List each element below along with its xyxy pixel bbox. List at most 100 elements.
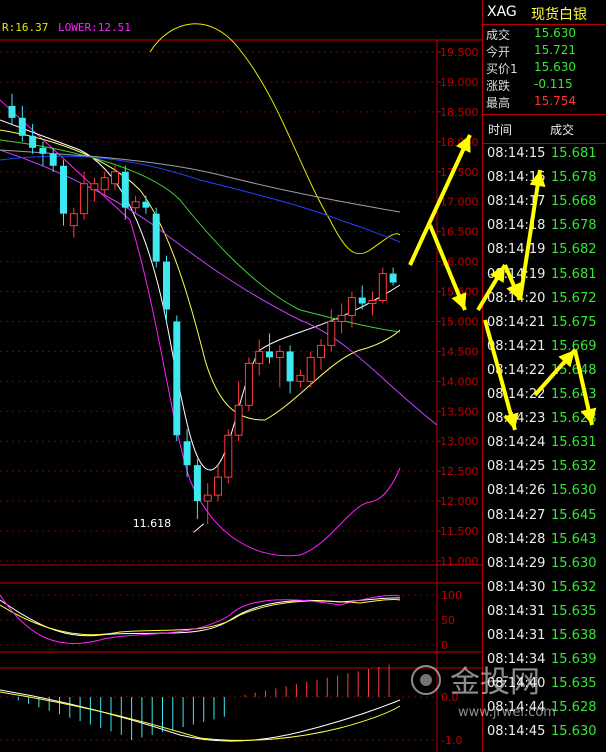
candle-body-down <box>60 165 67 214</box>
quote-row-value: 15.630 <box>534 60 576 74</box>
trade-price: 15.672 <box>551 290 597 306</box>
trade-time: 08:14:31 <box>487 603 546 619</box>
bollinger-upper-legend: R:16.37 <box>2 21 49 34</box>
trade-row[interactable]: 08:14:28 15.643 <box>483 532 606 556</box>
trade-list-header: 时间 成交 <box>483 114 606 144</box>
chart-canvas[interactable]: 19.500 19.000 18.500 18.000 17.500 17.000 16.5… <box>0 0 482 752</box>
trade-row[interactable]: 08:14:17 15.668 <box>483 194 606 218</box>
candle-body-down <box>49 153 57 166</box>
trade-row[interactable]: 08:14:23 15.628 <box>483 411 606 435</box>
candle-body-up <box>111 171 119 185</box>
trade-price: 15.678 <box>551 170 597 186</box>
trade-time: 08:14:21 <box>487 338 546 354</box>
candle-body-up <box>203 494 212 502</box>
candle-body-up <box>90 183 99 191</box>
price-tick-label: 15.000 <box>440 315 479 328</box>
symbol-name: 现货白银 <box>531 7 587 23</box>
trade-row[interactable]: 08:14:20 15.672 <box>483 291 606 315</box>
trade-time: 08:14:18 <box>487 218 546 234</box>
candle-body-down <box>183 441 191 466</box>
watermark-logo-dot <box>420 674 432 686</box>
trade-row[interactable]: 08:14:22 15.648 <box>483 363 606 387</box>
trade-row[interactable]: 08:14:26 15.630 <box>483 483 606 507</box>
bollinger-upper-line <box>149 23 401 255</box>
watermark-logo-text: 金投网 <box>450 665 540 700</box>
trade-time: 08:14:29 <box>487 555 546 571</box>
trade-row[interactable]: 08:14:21 15.669 <box>483 339 606 363</box>
trade-row[interactable]: 08:14:16 15.678 <box>483 170 606 194</box>
price-tick-label: 14.500 <box>440 345 479 358</box>
quote-row-label: 今开 <box>486 45 511 59</box>
quote-row-label: 最高 <box>486 96 511 110</box>
candle-body-up <box>275 350 284 358</box>
trade-row[interactable]: 08:14:29 15.630 <box>483 556 606 580</box>
watermark-url: www.jrwei.com <box>458 705 556 720</box>
trade-row[interactable]: 08:14:27 15.645 <box>483 508 606 532</box>
quote-row-label: 成交 <box>486 28 511 42</box>
candle-body-up <box>69 213 78 227</box>
trade-time: 08:14:30 <box>487 579 546 595</box>
trade-time: 08:14:22 <box>487 387 546 402</box>
trade-time: 08:14:26 <box>487 483 546 499</box>
candle-body-up <box>306 356 315 382</box>
trade-time: 08:14:28 <box>487 531 546 547</box>
trade-time: 08:14:31 <box>487 628 546 643</box>
trade-row[interactable]: 08:14:31 15.638 <box>483 628 606 652</box>
trade-row[interactable]: 08:14:18 15.678 <box>483 218 606 242</box>
osc1-tick-label: 50 <box>441 614 455 627</box>
trade-time: 08:14:16 <box>487 170 546 186</box>
trade-price: 15.643 <box>551 387 597 402</box>
quote-row: 买价1 15.630 <box>483 60 606 77</box>
symbol-code: XAG <box>487 4 517 20</box>
low-annotation-label: 11.618 <box>133 517 172 530</box>
trade-time: 08:14:27 <box>487 507 546 523</box>
kline-chart-panel[interactable]: 19.500 19.000 18.500 18.000 17.500 17.000 16.5… <box>0 0 482 752</box>
trade-row[interactable]: 08:14:22 15.643 <box>483 387 606 411</box>
candle-body-down <box>358 297 366 304</box>
candle-body-up <box>347 297 356 316</box>
price-tick-label: 11.500 <box>440 525 479 538</box>
trade-time: 08:14:20 <box>487 290 546 306</box>
trade-row[interactable]: 08:14:31 15.635 <box>483 604 606 628</box>
watermark: 金投网 www.jrwei.com <box>411 665 556 720</box>
candle-body-up <box>296 374 305 382</box>
trade-time: 08:14:15 <box>487 146 546 161</box>
candle-body-down <box>152 213 160 262</box>
quote-panel: XAG 现货白银 成交 15.630 今开 15.721 买价1 15.630 涨跌 -0.1… <box>482 0 606 752</box>
symbol-title: XAG 现货白银 <box>483 0 606 25</box>
trade-row[interactable]: 08:14:19 15.682 <box>483 242 606 266</box>
candle-body-up <box>378 273 387 302</box>
trade-price: 15.643 <box>551 531 597 547</box>
trade-price: 15.669 <box>551 338 597 354</box>
trade-row[interactable]: 08:14:15 15.681 <box>483 146 606 170</box>
trade-time: 08:14:17 <box>487 194 546 210</box>
candle-body-up <box>244 362 253 406</box>
trade-price: 15.630 <box>551 555 597 571</box>
trade-row[interactable]: 08:14:24 15.631 <box>483 435 606 459</box>
quote-row-value: 15.721 <box>534 43 576 57</box>
trade-price: 15.630 <box>551 483 597 499</box>
price-tick-label: 17.000 <box>440 196 479 209</box>
trade-row[interactable]: 08:14:21 15.675 <box>483 315 606 339</box>
candle-body-up <box>337 314 346 322</box>
candle-body-down <box>8 105 16 118</box>
trade-price: 15.681 <box>551 266 597 282</box>
price-tick-label: 19.000 <box>440 76 479 89</box>
candle-body-down <box>193 465 201 502</box>
candle-body-down <box>29 135 37 148</box>
price-tick-label: 13.000 <box>440 435 479 448</box>
trade-price: 15.628 <box>551 411 597 427</box>
trade-price: 15.631 <box>551 435 597 451</box>
candle-body-down <box>286 351 294 382</box>
quote-row-label: 涨跌 <box>486 79 511 93</box>
candle-body-down <box>266 351 273 358</box>
trade-price: 15.675 <box>551 314 597 330</box>
header-price: 成交 <box>550 123 575 137</box>
trade-price: 15.681 <box>551 146 597 161</box>
candle-body-down <box>163 261 170 310</box>
trade-row[interactable]: 08:14:30 15.632 <box>483 580 606 604</box>
trade-row[interactable]: 08:14:19 15.681 <box>483 267 606 291</box>
header-time: 时间 <box>488 123 513 137</box>
trade-row[interactable]: 08:14:25 15.632 <box>483 459 606 483</box>
trade-time: 08:14:21 <box>487 314 546 330</box>
